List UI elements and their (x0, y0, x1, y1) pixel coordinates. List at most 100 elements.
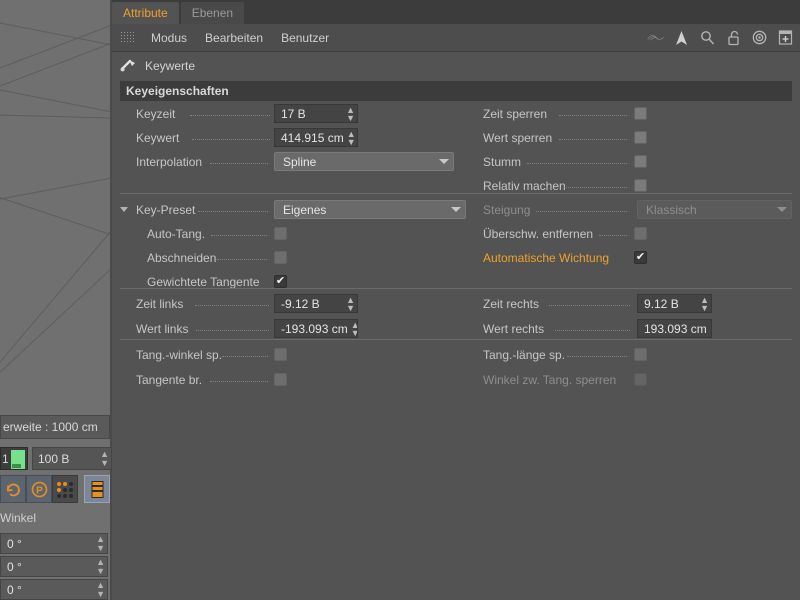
tab-strip: Attribute Ebenen (112, 0, 800, 24)
dot-leader (190, 115, 270, 116)
dot-leader (564, 187, 627, 188)
checkbox-relativ-machen[interactable] (634, 179, 647, 192)
animation-toolbar[interactable]: P (0, 474, 112, 504)
spinner-icon[interactable]: ▲▼ (707, 321, 712, 337)
keyzeit-input[interactable]: 17 B ▲▼ (274, 104, 358, 123)
twisty-open-icon[interactable] (120, 207, 128, 212)
row-tang-winkel-sp: Tang.-winkel sp. Tang.-länge sp. (112, 345, 800, 367)
wert-links-input[interactable]: -193.093 cm ▲▼ (274, 319, 358, 338)
dot-leader (549, 305, 630, 306)
angle-field-h[interactable]: 0 ° ▲▼ (0, 533, 108, 554)
label-stumm: Stumm (483, 155, 521, 169)
spinner-icon[interactable]: ▲▼ (96, 535, 105, 553)
frame-color-field[interactable]: 1 (0, 447, 28, 470)
key-preset-dropdown[interactable]: Eigenes (274, 200, 466, 219)
spinner-icon[interactable]: ▲▼ (344, 130, 356, 146)
checkbox-abschneiden[interactable] (274, 251, 287, 264)
checkbox-auto-tang[interactable] (274, 227, 287, 240)
spinner-icon[interactable]: ▲▼ (697, 296, 709, 312)
checkbox-winkel-zw-tang-sperren[interactable] (634, 373, 647, 386)
spline-curve-icon[interactable] (647, 29, 664, 46)
checkbox-tang-winkel-sp[interactable] (274, 348, 287, 361)
steigung-dropdown[interactable]: Klassisch (637, 200, 792, 219)
cursor-arrow-icon[interactable] (673, 29, 690, 46)
checkbox-stumm[interactable] (634, 155, 647, 168)
angle-field-b[interactable]: 0 ° ▲▼ (0, 579, 108, 600)
separator (120, 193, 792, 194)
wert-rechts-input[interactable]: 193.093 cm ▲▼ (637, 319, 712, 338)
focal-length-text: erweite : 1000 cm (3, 420, 98, 434)
dot-leader (198, 211, 268, 212)
label-ueberschw-entfernen: Überschw. entfernen (483, 227, 593, 241)
lock-open-icon[interactable] (725, 29, 742, 46)
label-abschneiden: Abschneiden (147, 251, 216, 265)
checkbox-tangente-br[interactable] (274, 373, 287, 386)
frame-count-value: 100 B (38, 452, 69, 466)
wert-rechts-value: 193.093 cm (644, 322, 707, 336)
tab-attribute[interactable]: Attribute (112, 2, 179, 24)
angle-p-value: 0 ° (7, 560, 22, 574)
label-steigung: Steigung (483, 203, 530, 217)
keyzeit-value: 17 B (281, 107, 306, 121)
tangent-lock-group: Tang.-winkel sp. Tang.-länge sp. Tangent… (112, 345, 800, 392)
attribute-manager-panel: Attribute Ebenen Modus Bearbeiten Benutz… (112, 0, 800, 600)
label-wert-sperren: Wert sperren (483, 131, 552, 145)
dot-matrix-icon[interactable] (52, 475, 78, 503)
label-auto-tang: Auto-Tang. (147, 227, 205, 241)
label-interpolation: Interpolation (136, 155, 202, 169)
angle-b-value: 0 ° (7, 583, 22, 597)
row-keyzeit: Keyzeit 17 B ▲▼ Zeit sperren (112, 104, 800, 126)
spinner-icon[interactable]: ▲▼ (343, 106, 355, 122)
zeit-links-input[interactable]: -9.12 B ▲▼ (274, 294, 358, 313)
dot-leader (210, 381, 268, 382)
spinner-icon[interactable]: ▲▼ (96, 558, 105, 576)
checkbox-zeit-sperren[interactable] (634, 107, 647, 120)
keywert-input[interactable]: 414.915 cm ▲▼ (274, 128, 358, 147)
checkbox-gewichtete-tangente[interactable] (274, 275, 287, 288)
interpolation-value: Spline (283, 155, 316, 169)
winkel-label-text: Winkel (0, 511, 36, 525)
menu-benutzer[interactable]: Benutzer (272, 31, 338, 45)
checkbox-wert-sperren[interactable] (634, 131, 647, 144)
parameter-p-icon[interactable]: P (26, 475, 52, 503)
checkbox-ueberschw-entfernen[interactable] (634, 227, 647, 240)
label-tang-laenge-sp: Tang.-länge sp. (483, 348, 565, 362)
interpolation-dropdown[interactable]: Spline (274, 152, 454, 171)
spinner-icon[interactable]: ▲▼ (348, 321, 358, 337)
label-keywert: Keywert (136, 131, 179, 145)
tab-ebenen[interactable]: Ebenen (181, 2, 244, 24)
menu-bearbeiten[interactable]: Bearbeiten (196, 31, 272, 45)
tab-attribute-label: Attribute (123, 6, 168, 20)
undo-rotate-icon[interactable] (0, 475, 26, 503)
frame-count-field[interactable]: 100 B ▲▼ (32, 447, 112, 470)
dot-leader (559, 139, 627, 140)
winkel-section-label: Winkel (0, 508, 110, 527)
checkbox-tang-laenge-sp[interactable] (634, 348, 647, 361)
menu-modus[interactable]: Modus (142, 31, 196, 45)
row-zeit-links-rechts: Zeit links -9.12 B ▲▼ Zeit rechts 9.12 B… (112, 294, 800, 316)
dot-leader (222, 356, 268, 357)
object-row-keywerte[interactable]: Keywerte (112, 53, 800, 78)
label-gewichtete-tangente: Gewichtete Tangente (147, 275, 260, 289)
dot-leader (559, 115, 627, 116)
angle-field-p[interactable]: 0 ° ▲▼ (0, 556, 108, 577)
spinner-icon[interactable]: ▲▼ (96, 581, 105, 599)
spinner-icon[interactable]: ▲▼ (343, 296, 355, 312)
focal-length-readout: erweite : 1000 cm (0, 415, 110, 439)
label-zeit-sperren: Zeit sperren (483, 107, 547, 121)
row-interpolation: Interpolation Spline Stumm (112, 152, 800, 174)
add-panel-icon[interactable] (777, 29, 794, 46)
spinner-icon[interactable]: ▲▼ (100, 450, 109, 468)
search-icon[interactable] (699, 29, 716, 46)
label-key-preset: Key-Preset (136, 203, 195, 217)
dot-leader (536, 211, 627, 212)
frame-small-value: 1 (2, 452, 9, 466)
target-icon[interactable] (751, 29, 768, 46)
zeit-rechts-input[interactable]: 9.12 B ▲▼ (637, 294, 712, 313)
filmstrip-icon[interactable] (84, 475, 110, 503)
dot-leader (567, 356, 627, 357)
chevron-down-icon (451, 207, 461, 212)
frame-controls[interactable]: 1 100 B ▲▼ (0, 446, 112, 471)
checkbox-automatische-wichtung[interactable] (634, 251, 647, 264)
drag-grip-icon[interactable] (120, 31, 134, 44)
